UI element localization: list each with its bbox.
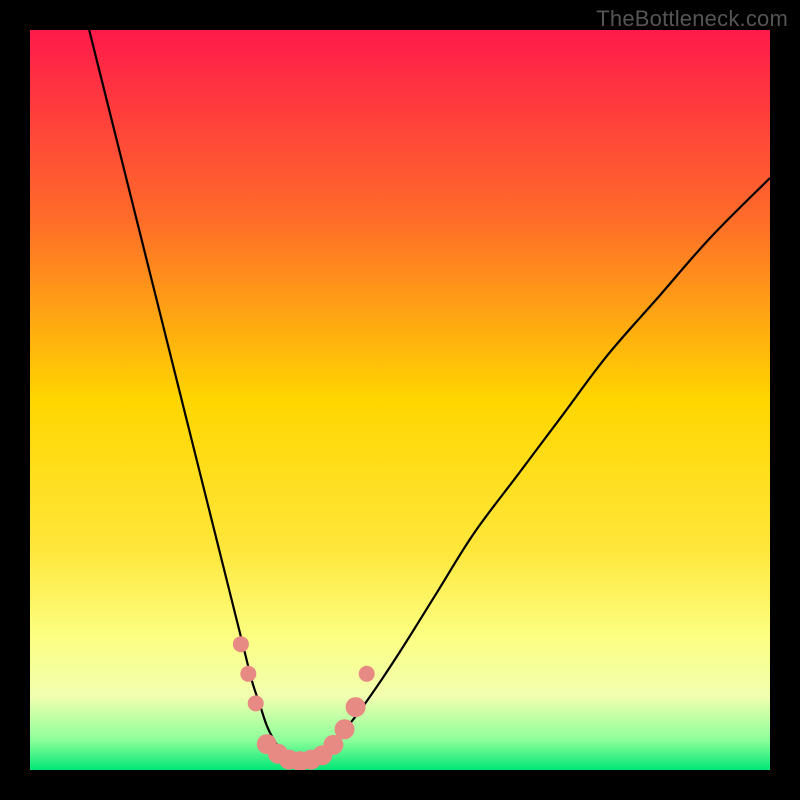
watermark-text: TheBottleneck.com [596, 6, 788, 32]
marker-dot [346, 697, 366, 717]
marker-dot [233, 636, 249, 652]
marker-dot [240, 666, 256, 682]
marker-dot [335, 719, 355, 739]
chart-svg [30, 30, 770, 770]
gradient-background [30, 30, 770, 770]
marker-dot [248, 695, 264, 711]
plot-area [30, 30, 770, 770]
chart-frame: TheBottleneck.com [0, 0, 800, 800]
marker-dot [359, 666, 375, 682]
